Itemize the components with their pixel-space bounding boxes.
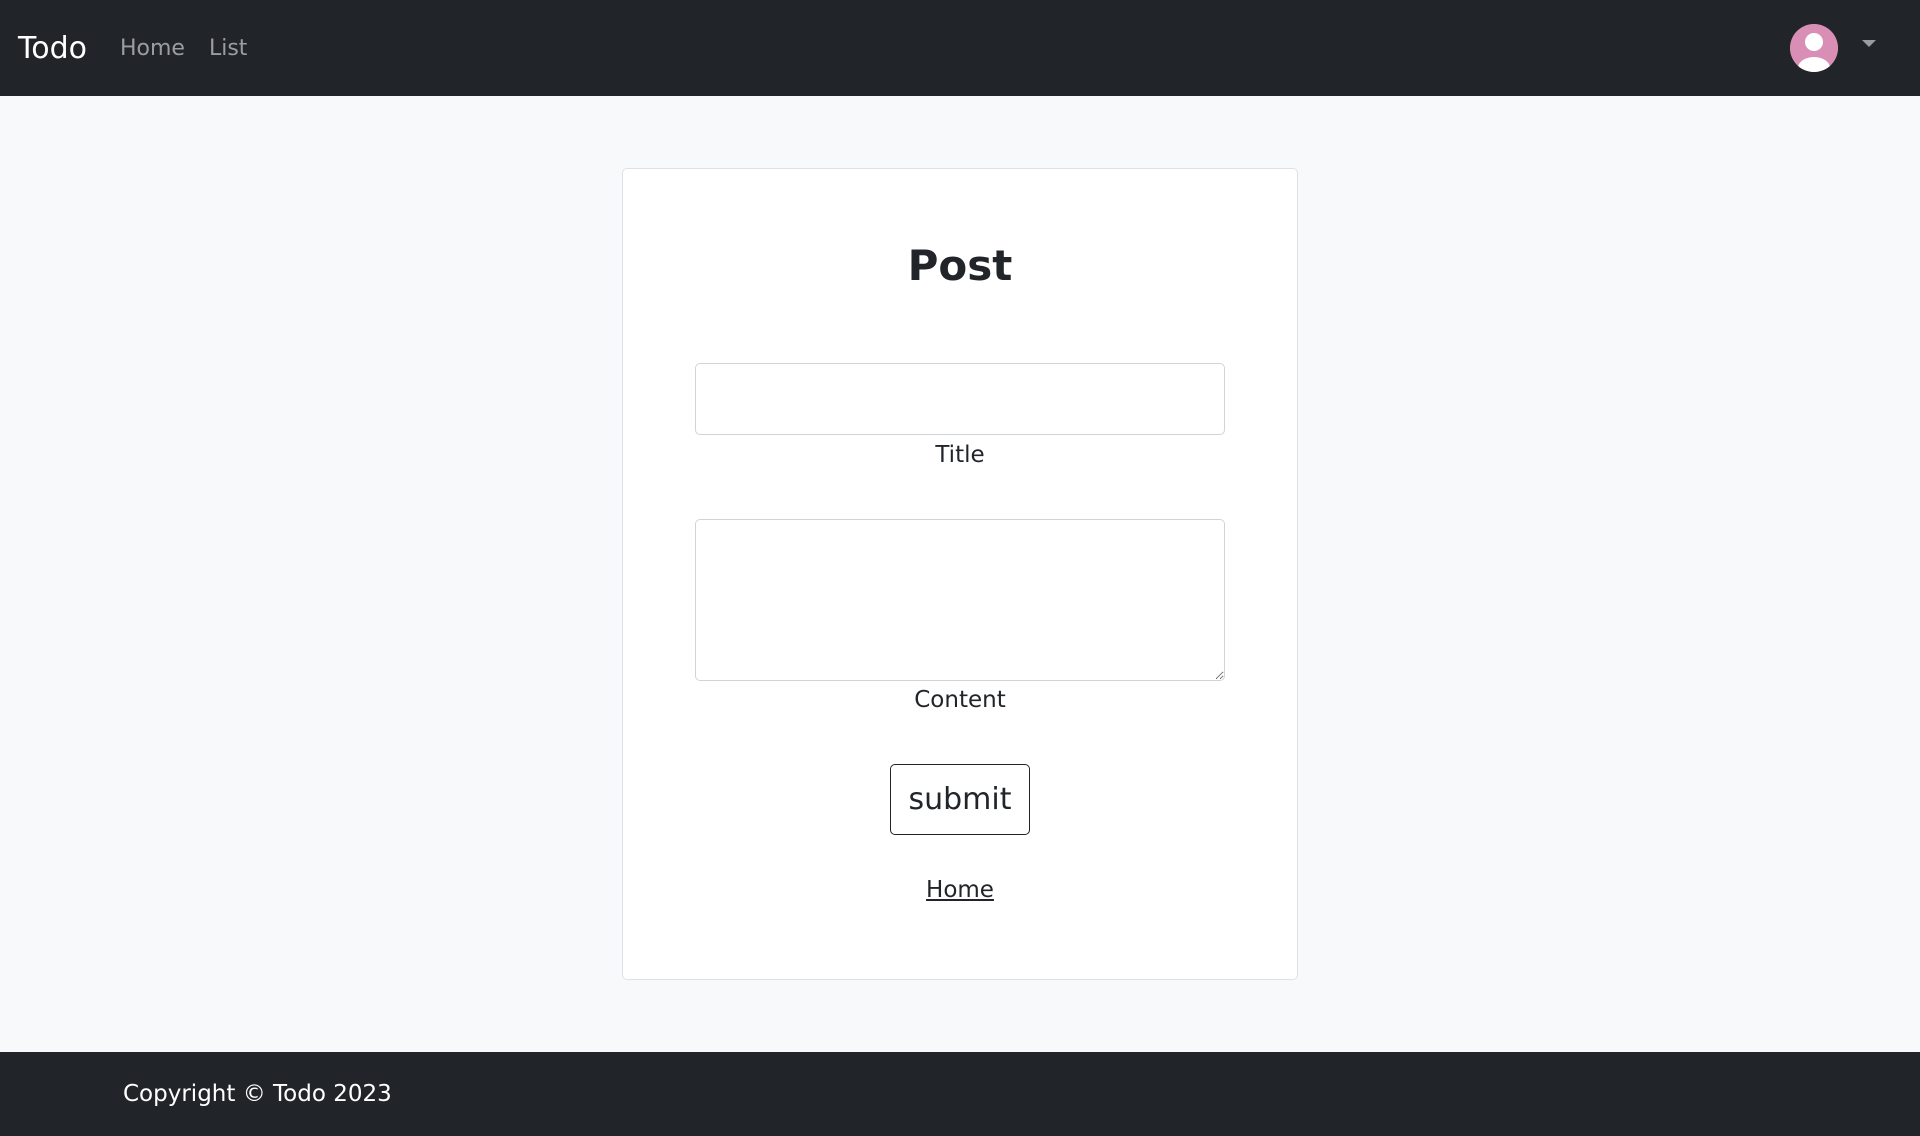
title-label: Title (935, 442, 985, 468)
footer: Copyright © Todo 2023 (0, 1052, 1920, 1136)
nav-links: Home List (120, 0, 271, 96)
page-title: Post (907, 241, 1013, 290)
nav-link-home[interactable]: Home (120, 36, 185, 61)
top-navbar: Todo Home List (0, 0, 1920, 96)
user-avatar-icon[interactable] (1790, 24, 1838, 72)
submit-button[interactable]: submit (890, 764, 1030, 835)
user-menu-toggle[interactable] (1790, 24, 1838, 72)
footer-copyright: Copyright © Todo 2023 (123, 1081, 392, 1107)
home-link[interactable]: Home (926, 877, 994, 903)
brand-link[interactable]: Todo (18, 0, 87, 96)
content-textarea[interactable] (695, 519, 1225, 681)
nav-link-list[interactable]: List (209, 36, 247, 61)
content-label: Content (914, 687, 1006, 713)
home-link-wrap: Home (0, 875, 1920, 905)
title-input[interactable] (695, 363, 1225, 435)
caret-down-icon[interactable] (1862, 40, 1876, 47)
